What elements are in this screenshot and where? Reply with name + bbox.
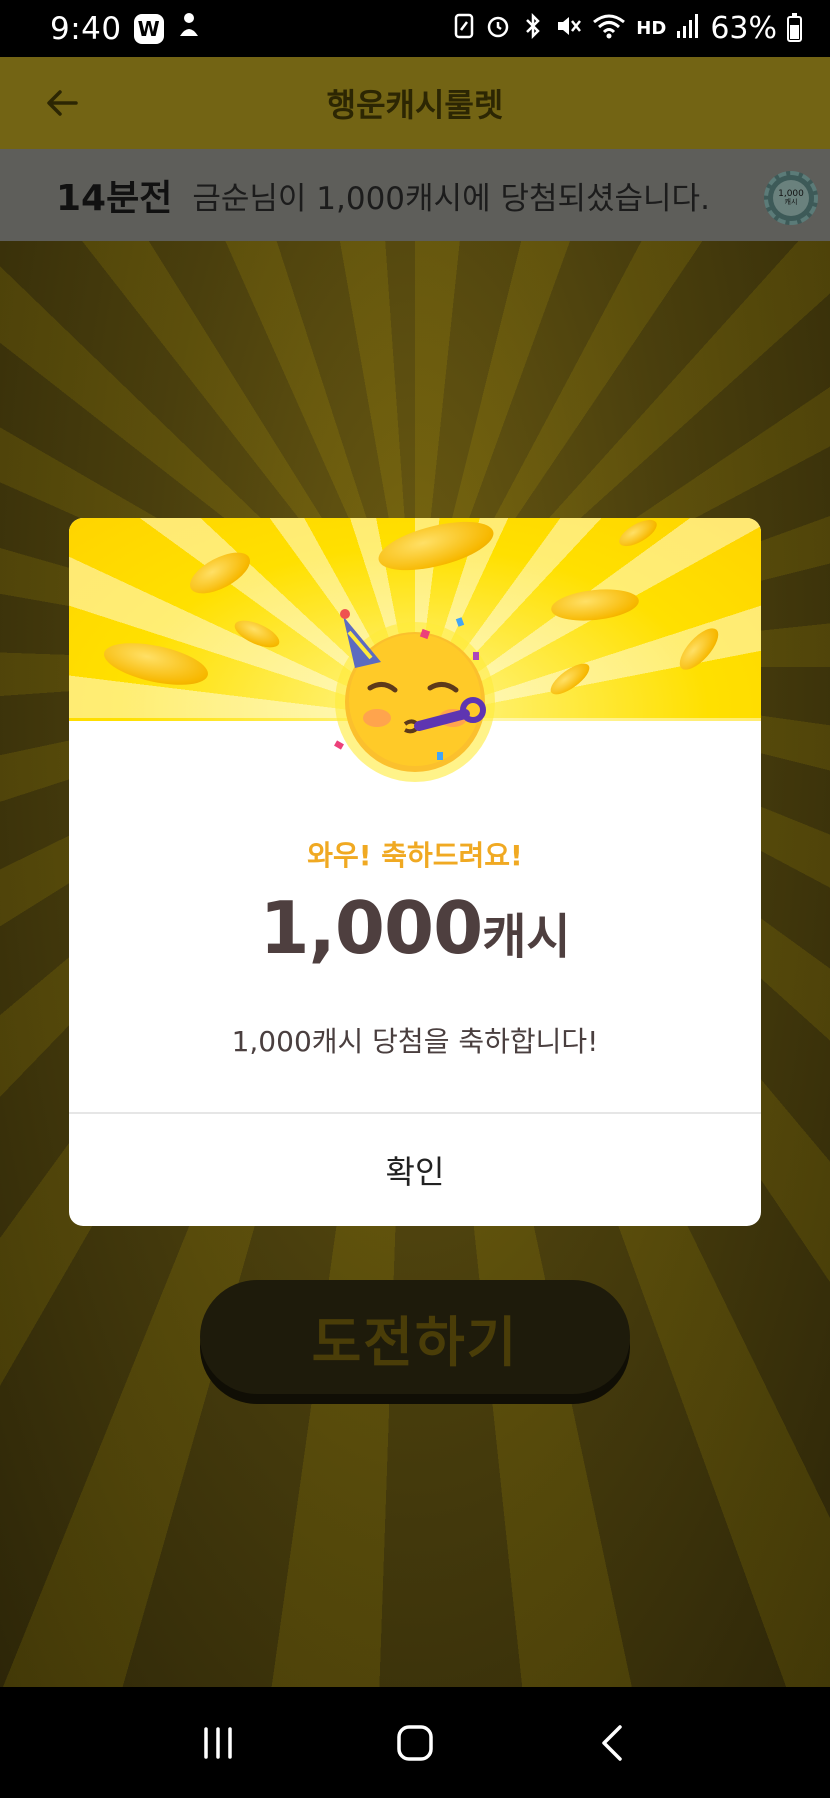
- notification-icon: [176, 10, 202, 48]
- coin-icon: [231, 615, 283, 653]
- status-right: HD 63%: [454, 11, 802, 46]
- battery-icon: [787, 12, 802, 42]
- app-header: 행운캐시룰렛: [0, 57, 830, 149]
- party-face-emoji-icon: [334, 609, 495, 782]
- battery-percent: 63%: [710, 11, 777, 46]
- coin-icon: [546, 658, 594, 700]
- recent-apps-icon[interactable]: [188, 1713, 248, 1773]
- home-icon[interactable]: [385, 1713, 445, 1773]
- bluetooth-icon: [522, 12, 544, 46]
- winner-ticker: 14분전 금순님이 1,000캐시에 당첨되셨습니다. 1,000 캐시: [0, 149, 830, 241]
- status-left: 9:40 W: [50, 10, 202, 48]
- page-title: 행운캐시룰렛: [326, 86, 504, 124]
- coin-icon: [615, 518, 661, 552]
- prize-modal: 와우! 축하드려요! 1,000캐시 1,000캐시 당첨을 축하합니다! 확인: [69, 518, 761, 1226]
- chip-unit: 캐시: [784, 198, 798, 206]
- app-badge-icon: W: [133, 13, 164, 44]
- prize-message: 1,000캐시 당첨을 축하합니다!: [231, 1025, 599, 1058]
- system-nav-bar: [0, 1687, 830, 1798]
- hd-voice-label: HD: [636, 18, 667, 39]
- back-chevron-icon[interactable]: [582, 1713, 642, 1773]
- nfc-icon: [454, 12, 474, 46]
- coin-icon: [373, 518, 499, 580]
- ticker-message: 금순님이 1,000캐시에 당첨되셨습니다.: [192, 180, 710, 217]
- coin-icon: [673, 622, 725, 676]
- chip-inner: 1,000 캐시: [773, 180, 809, 216]
- coin-icon: [549, 585, 641, 625]
- cash-chip-icon: 1,000 캐시: [764, 171, 818, 225]
- ticker-time: 14분전: [56, 178, 173, 219]
- congrats-headline: 와우! 축하드려요!: [307, 839, 523, 872]
- mute-icon: [554, 12, 582, 46]
- challenge-button-label: 도전하기: [311, 1310, 519, 1374]
- challenge-button[interactable]: 도전하기: [200, 1280, 630, 1394]
- screen: 9:40 W HD 63% 행운캐시룰렛 14분전 금순님이 1,000캐시에 …: [0, 0, 830, 1798]
- confirm-button[interactable]: 확인: [69, 1114, 761, 1226]
- arrow-left-icon[interactable]: [42, 83, 82, 123]
- coin-icon: [183, 544, 257, 602]
- alarm-icon: [484, 12, 512, 46]
- prize-amount-display: 1,000캐시: [69, 886, 761, 970]
- wifi-icon: [592, 12, 626, 46]
- status-bar: 9:40 W HD 63%: [0, 0, 830, 57]
- status-time: 9:40: [50, 10, 122, 47]
- signal-icon: [676, 13, 700, 45]
- prize-unit: 캐시: [482, 909, 571, 965]
- prize-amount: 1,000: [259, 886, 483, 970]
- coin-icon: [100, 635, 212, 693]
